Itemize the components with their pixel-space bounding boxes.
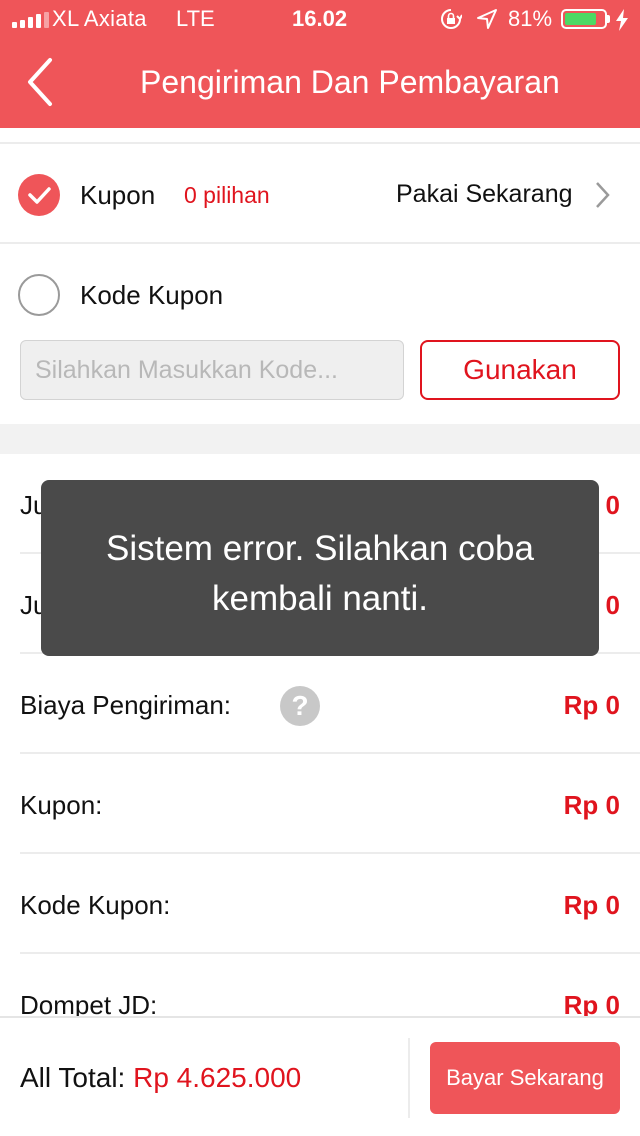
shipping-cost-amount: Rp 0: [563, 690, 620, 720]
total-label: All Total:: [20, 1062, 126, 1093]
divider: [0, 242, 640, 244]
toast-message: Sistem error. Silahkan coba kembali nant…: [106, 529, 534, 618]
divider: [20, 952, 640, 954]
pay-now-button[interactable]: Bayar Sekarang: [430, 1042, 620, 1114]
coupon-row[interactable]: Kupon 0 pilihan Pakai Sekarang: [0, 144, 640, 242]
coupon-code-input[interactable]: [20, 340, 404, 400]
total-summary: All Total: Rp 4.625.000: [20, 1062, 301, 1094]
shipping-cost-label: Biaya Pengiriman:: [20, 690, 231, 720]
location-icon: [477, 9, 497, 29]
checkout-footer: All Total: Rp 4.625.000 Bayar Sekarang: [0, 1016, 640, 1136]
checkmark-icon: [28, 187, 51, 204]
total-value: Rp 4.625.000: [133, 1062, 302, 1093]
chevron-right-icon: [596, 182, 610, 208]
apply-coupon-button[interactable]: Gunakan: [420, 340, 620, 400]
coupon-code-label: Kode Kupon: [80, 280, 224, 310]
orientation-lock-icon: [441, 9, 462, 29]
back-button[interactable]: [16, 52, 66, 112]
app-header: XL Axiata LTE 16.02 81% Pengiriman Dan P…: [0, 0, 640, 128]
help-icon[interactable]: ?: [280, 686, 320, 726]
battery-percent: 81%: [508, 6, 553, 31]
signal-icon: [12, 12, 49, 28]
network-type: LTE: [176, 6, 215, 31]
use-now-link[interactable]: Pakai Sekarang: [396, 180, 573, 209]
coupon-discount-label: Kupon:: [20, 790, 103, 820]
coupon-code-discount-label: Kode Kupon:: [20, 890, 171, 920]
battery-icon: [561, 9, 607, 29]
footer-divider: [408, 1038, 410, 1118]
coupon-checkbox[interactable]: [18, 174, 60, 216]
coupon-label: Kupon: [80, 180, 156, 210]
section-separator: [0, 424, 640, 454]
coupon-code-radio[interactable]: [18, 274, 60, 316]
coupon-code-discount-amount: Rp 0: [563, 890, 620, 920]
coupon-options-count: 0 pilihan: [184, 182, 270, 208]
carrier-name: XL Axiata: [52, 6, 147, 31]
status-bar: XL Axiata LTE 16.02 81%: [0, 0, 640, 40]
summary-amount-1: 0: [605, 490, 620, 520]
clock: 16.02: [292, 6, 348, 31]
divider: [20, 752, 640, 754]
page-title: Pengiriman Dan Pembayaran: [140, 64, 560, 100]
coupon-discount-amount: Rp 0: [563, 790, 620, 820]
divider: [20, 852, 640, 854]
charging-bolt-icon: [616, 9, 628, 31]
battery-nub: [607, 15, 610, 23]
summary-amount-2: 0: [605, 590, 620, 620]
error-toast: Sistem error. Silahkan coba kembali nant…: [41, 480, 599, 656]
